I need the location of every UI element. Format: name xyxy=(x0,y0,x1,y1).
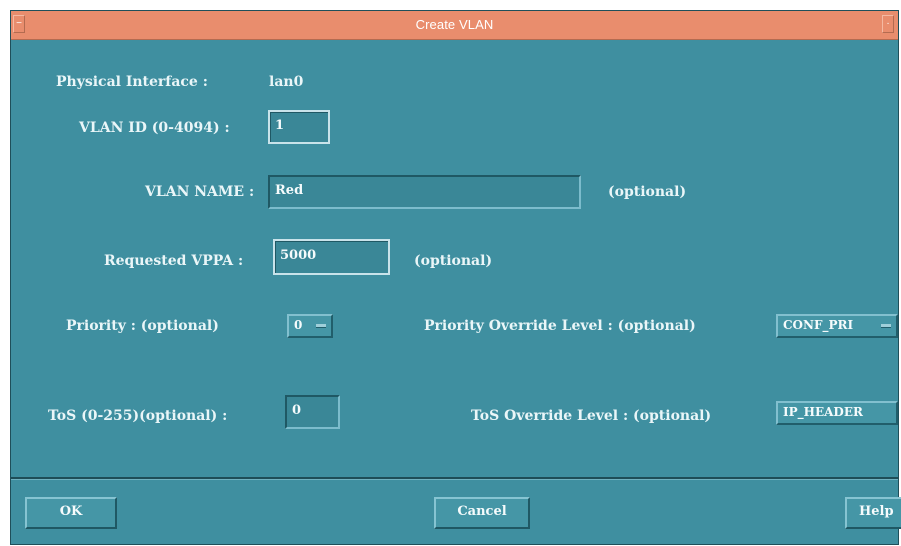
priority-override-select[interactable]: CONF_PRI xyxy=(776,314,898,338)
physical-interface-label: Physical Interface : xyxy=(56,74,208,90)
tos-override-label: ToS Override Level : (optional) xyxy=(471,408,712,424)
vlan-name-label: VLAN NAME : xyxy=(145,184,255,200)
window-control-button[interactable]: · xyxy=(882,15,894,33)
vlan-name-optional-hint: (optional) xyxy=(608,184,687,200)
tos-override-select[interactable]: IP_HEADER xyxy=(776,401,898,425)
priority-override-selected-value: CONF_PRI xyxy=(783,318,854,332)
vlan-name-input[interactable]: Red xyxy=(268,175,581,209)
priority-override-label: Priority Override Level : (optional) xyxy=(424,318,696,334)
dot-icon: · xyxy=(886,18,890,29)
help-button[interactable]: Help xyxy=(845,497,901,529)
tos-input[interactable]: 0 xyxy=(285,395,340,429)
ok-button[interactable]: OK xyxy=(25,497,117,529)
priority-selected-value: 0 xyxy=(294,318,303,332)
title-bar[interactable]: − Create VLAN · xyxy=(11,11,898,40)
tos-override-selected-value: IP_HEADER xyxy=(783,405,863,419)
button-area-separator xyxy=(11,477,898,480)
requested-vppa-label: Requested VPPA : xyxy=(104,253,244,269)
cancel-button[interactable]: Cancel xyxy=(434,497,530,529)
dropdown-arrow-icon xyxy=(316,324,326,328)
dialog-title: Create VLAN xyxy=(415,17,494,32)
dropdown-arrow-icon xyxy=(881,324,891,328)
create-vlan-dialog: − Create VLAN · Physical Interface : lan… xyxy=(10,10,901,545)
requested-vppa-optional-hint: (optional) xyxy=(414,253,493,269)
vlan-id-input[interactable]: 1 xyxy=(268,110,330,144)
tos-label: ToS (0-255)(optional) : xyxy=(48,408,228,424)
vlan-id-label: VLAN ID (0-4094) : xyxy=(79,120,230,136)
priority-label: Priority : (optional) xyxy=(66,318,219,334)
physical-interface-value: lan0 xyxy=(269,74,304,90)
requested-vppa-input[interactable]: 5000 xyxy=(273,239,390,275)
priority-select[interactable]: 0 xyxy=(287,314,333,338)
